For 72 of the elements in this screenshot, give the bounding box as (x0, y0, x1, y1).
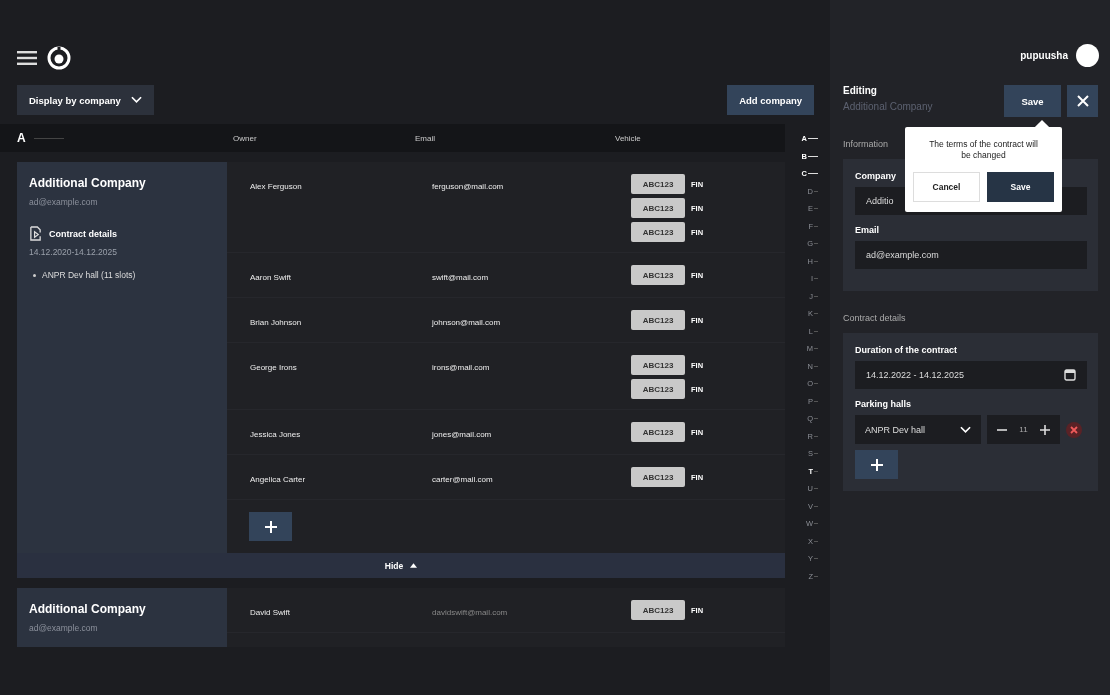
cancel-button[interactable]: Cancel (913, 171, 980, 202)
company-email: ad@example.com (29, 197, 99, 207)
section-heading: Contract details (843, 313, 906, 323)
caret-up-icon (410, 563, 418, 568)
owner-email: irons@mail.com (432, 362, 491, 374)
close-button[interactable] (1067, 85, 1098, 117)
contract-dates: 14.12.2020-14.12.2025 (29, 247, 118, 257)
menu-icon[interactable] (17, 51, 37, 65)
owner-name: David Swift (250, 607, 291, 619)
owner-email: swift@mail.com (432, 272, 490, 284)
license-plate: ABC123 (631, 222, 685, 242)
license-plate: ABC123 (631, 467, 685, 487)
field-label: Company (855, 171, 897, 181)
hide-button[interactable]: Hide (17, 553, 785, 578)
license-plate: ABC123 (631, 310, 685, 330)
column-header: Vehicle (615, 133, 641, 143)
date-range-field[interactable]: 14.12.2022 - 14.12.2025 (855, 361, 1087, 389)
column-header: Email (415, 133, 436, 143)
add-hall-button[interactable] (855, 450, 898, 479)
bullet-icon (33, 273, 36, 277)
add-company-button[interactable]: Add company (727, 85, 814, 115)
chevron-icon (130, 96, 142, 104)
company-email: ad@example.com (29, 623, 99, 633)
owner-name: George Irons (250, 362, 298, 374)
close-icon (1076, 95, 1089, 107)
chevron-icon (960, 425, 971, 434)
slots-stepper[interactable]: 11 (987, 415, 1060, 444)
owner-email: carter@mail.com (432, 474, 494, 486)
avatar[interactable] (1076, 43, 1099, 67)
owner-email: jones@mail.com (432, 429, 493, 441)
owner-name: Angelica Carter (250, 474, 307, 486)
editor-subtitle: Additional Company (843, 101, 934, 112)
license-plate: ABC123 (631, 600, 685, 620)
editor-title: Editing (843, 85, 878, 96)
owner-email: ferguson@mail.com (432, 181, 505, 193)
license-plate: ABC123 (631, 198, 685, 218)
column-header: Owner (233, 133, 258, 143)
field-label: Duration of the contract (855, 345, 958, 355)
email-field[interactable]: ad@example.com (855, 241, 1087, 269)
username: pupuusha (1020, 49, 1068, 61)
owner-email: davidswift@mail.com (432, 607, 509, 619)
owner-name: Brian Johnson (250, 317, 303, 329)
owner-email: johnson@mail.com (432, 317, 502, 329)
section-heading: Information (843, 139, 889, 149)
field-label: Parking halls (855, 399, 913, 409)
license-plate: ABC123 (631, 422, 685, 442)
company-name: Additional Company (29, 176, 147, 190)
add-owner-button[interactable] (249, 512, 292, 541)
company-name: Additional Company (29, 602, 147, 616)
license-plate: ABC123 (631, 174, 685, 194)
license-plate: ABC123 (631, 265, 685, 285)
document-icon (29, 226, 42, 241)
plus-icon (264, 520, 277, 533)
logo-icon (47, 46, 71, 70)
contract-title: Contract details (49, 228, 117, 239)
owner-name: Jessica Jones (250, 429, 302, 441)
save-button[interactable]: Save (1004, 85, 1061, 117)
group-letter: A (17, 131, 26, 145)
owner-name: Aaron Swift (250, 272, 292, 284)
hall-select[interactable]: ANPR Dev hall (855, 415, 981, 444)
display-select[interactable]: Display by company (17, 85, 154, 115)
field-label: Email (855, 225, 880, 235)
hall-entry: ANPR Dev hall (11 slots) (42, 270, 136, 280)
confirm-save-button[interactable]: Save (987, 171, 1054, 202)
calendar-icon (1064, 369, 1076, 381)
license-plate: ABC123 (631, 379, 685, 399)
plus-icon (870, 458, 883, 471)
plus-icon[interactable] (1039, 424, 1050, 435)
license-plate: ABC123 (631, 355, 685, 375)
owner-name: Alex Ferguson (250, 181, 303, 193)
remove-icon[interactable] (1066, 421, 1082, 438)
popover-message: The terms of the contract will be changed (928, 139, 1039, 162)
